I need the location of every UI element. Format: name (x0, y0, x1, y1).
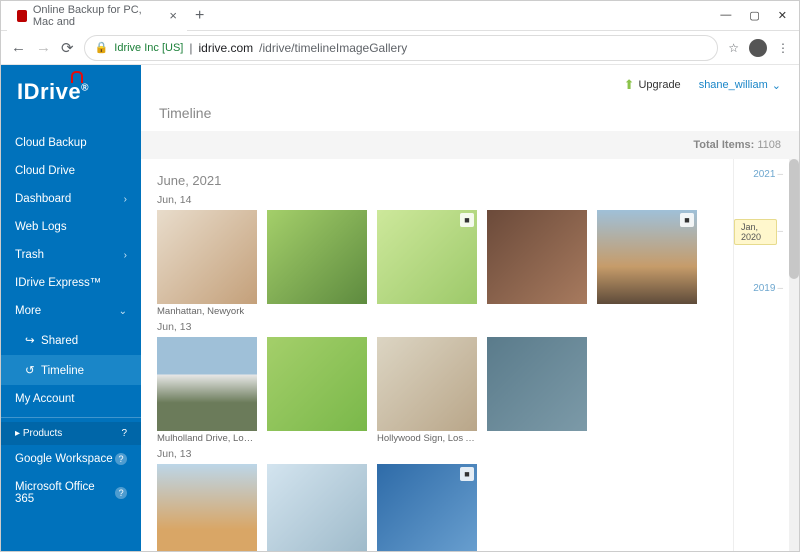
sidebar-item-cloud-drive[interactable]: Cloud Drive (1, 157, 141, 185)
image-thumbnail[interactable] (157, 464, 257, 551)
thumb-caption: Hollywood Sign, Los Ang... (377, 433, 477, 444)
help-icon[interactable]: ? (115, 453, 127, 465)
minimize-icon[interactable]: — (720, 9, 731, 22)
image-thumbnail[interactable] (267, 210, 367, 304)
thumb-row: ■ (157, 464, 717, 551)
star-icon[interactable]: ☆ (728, 41, 739, 55)
sidebar-product-google-workspace[interactable]: Google Workspace? (1, 445, 141, 473)
year-2019[interactable]: 2019 – (753, 283, 783, 294)
app-root: IDrive® Cloud BackupCloud DriveDashboard… (1, 65, 799, 551)
upgrade-button[interactable]: ⬆ Upgrade (624, 77, 681, 93)
image-thumbnail[interactable] (267, 464, 367, 551)
ev-badge: Idrive Inc [US] (114, 42, 183, 54)
lock-icon: 🔒 (95, 41, 109, 54)
video-icon: ■ (460, 213, 474, 227)
favicon (17, 10, 27, 22)
thumb-row: Manhattan, Newyork ■ ■ (157, 210, 717, 317)
day-header: Jun, 14 (157, 194, 717, 206)
day-header: Jun, 13 (157, 321, 717, 333)
window-controls: — ▢ ✕ (708, 9, 799, 22)
url-input[interactable]: 🔒 Idrive Inc [US] | idrive.com/idrive/ti… (84, 35, 719, 61)
sidebar-sub-timeline[interactable]: ↺ Timeline (1, 355, 141, 385)
video-icon: ■ (680, 213, 694, 227)
sidebar-item-cloud-backup[interactable]: Cloud Backup (1, 129, 141, 157)
upgrade-icon: ⬆ (624, 77, 635, 93)
help-icon[interactable]: ? (115, 487, 127, 499)
image-thumbnail[interactable]: ■ (377, 464, 477, 551)
thumb-row: Mulholland Drive, Los A... Hollywood Sign… (157, 337, 717, 444)
sidebar-item-trash[interactable]: Trash› (1, 241, 141, 269)
browser-titlebar: Online Backup for PC, Mac and × + — ▢ ✕ (1, 1, 799, 31)
url-path: /idrive/timelineImageGallery (259, 41, 407, 55)
thumb-cell: ■ (597, 210, 697, 317)
topbar: ⬆ Upgrade shane_william ⌄ (141, 65, 799, 105)
new-tab-button[interactable]: + (195, 7, 204, 25)
image-thumbnail[interactable] (487, 210, 587, 304)
back-icon[interactable]: ← (11, 39, 26, 56)
help-icon[interactable]: ? (121, 428, 127, 439)
tab-close-icon[interactable]: × (169, 8, 177, 23)
chevron-icon: ⌄ (119, 306, 127, 317)
year-2021[interactable]: 2021 – (753, 169, 783, 180)
sidebar-item-more[interactable]: More⌄ (1, 297, 141, 325)
thumb-cell: ■ (377, 464, 477, 551)
page-title: Timeline (141, 105, 799, 131)
forward-icon: → (36, 39, 51, 56)
sidebar-my-account[interactable]: My Account (1, 385, 141, 413)
thumb-cell (157, 464, 257, 551)
video-icon: ■ (460, 467, 474, 481)
sidebar: IDrive® Cloud BackupCloud DriveDashboard… (1, 65, 141, 551)
thumb-cell (267, 464, 367, 551)
logo-lock-icon: e (68, 79, 81, 105)
sidebar-divider (1, 417, 141, 418)
image-thumbnail[interactable] (157, 337, 257, 431)
sidebar-product-microsoft-office-[interactable]: Microsoft Office 365? (1, 473, 141, 513)
year-rail: 2021 –2020 –2019 – Jan, 2020 (733, 159, 789, 551)
sidebar-item-idrive-express-[interactable]: IDrive Express™ (1, 269, 141, 297)
url-domain: idrive.com (198, 41, 253, 55)
more-icon[interactable]: ⋮ (777, 41, 789, 55)
user-menu[interactable]: shane_william ⌄ (699, 79, 781, 92)
thumb-caption: Manhattan, Newyork (157, 306, 257, 317)
thumb-caption: Mulholland Drive, Los A... (157, 433, 257, 444)
sidebar-item-web-logs[interactable]: Web Logs (1, 213, 141, 241)
thumb-cell: ■ (377, 210, 477, 317)
gallery-scroll[interactable]: June, 2021 Jun, 14 Manhattan, Newyork ■ ■ Ju… (141, 159, 733, 551)
image-thumbnail[interactable] (267, 337, 367, 431)
month-header: June, 2021 (157, 173, 717, 188)
chevron-icon: › (124, 194, 127, 205)
image-thumbnail[interactable] (377, 337, 477, 431)
thumb-cell (487, 337, 587, 444)
sidebar-item-dashboard[interactable]: Dashboard› (1, 185, 141, 213)
tab-title: Online Backup for PC, Mac and (33, 4, 160, 28)
scrollbar[interactable] (789, 159, 799, 551)
sidebar-sub-shared[interactable]: ↪ Shared (1, 325, 141, 355)
thumb-cell (487, 210, 587, 317)
thumb-cell: Mulholland Drive, Los A... (157, 337, 257, 444)
day-header: Jun, 13 (157, 448, 717, 460)
total-items-bar: Total Items: 1108 (141, 131, 799, 159)
sidebar-products-header[interactable]: ▸ Products ? (1, 422, 141, 445)
maximize-icon[interactable]: ▢ (749, 9, 759, 22)
thumb-cell: Hollywood Sign, Los Ang... (377, 337, 477, 444)
image-thumbnail[interactable] (487, 337, 587, 431)
chevron-down-icon: ⌄ (772, 79, 781, 92)
content-wrap: June, 2021 Jun, 14 Manhattan, Newyork ■ ■ Ju… (141, 159, 799, 551)
image-thumbnail[interactable]: ■ (597, 210, 697, 304)
main-panel: ⬆ Upgrade shane_william ⌄ Timeline Total… (141, 65, 799, 551)
thumb-cell (267, 337, 367, 444)
image-thumbnail[interactable] (157, 210, 257, 304)
reload-icon[interactable]: ⟳ (61, 39, 74, 57)
profile-avatar-icon[interactable] (749, 39, 767, 57)
browser-tab[interactable]: Online Backup for PC, Mac and × (7, 1, 187, 31)
close-window-icon[interactable]: ✕ (778, 9, 787, 22)
browser-addressbar: ← → ⟳ 🔒 Idrive Inc [US] | idrive.com/idr… (1, 31, 799, 65)
thumb-cell (267, 210, 367, 317)
chevron-icon: › (124, 250, 127, 261)
logo[interactable]: IDrive® (1, 65, 141, 129)
thumb-cell: Manhattan, Newyork (157, 210, 257, 317)
year-tag[interactable]: Jan, 2020 (734, 219, 777, 245)
scrollbar-thumb[interactable] (789, 159, 799, 279)
image-thumbnail[interactable]: ■ (377, 210, 477, 304)
